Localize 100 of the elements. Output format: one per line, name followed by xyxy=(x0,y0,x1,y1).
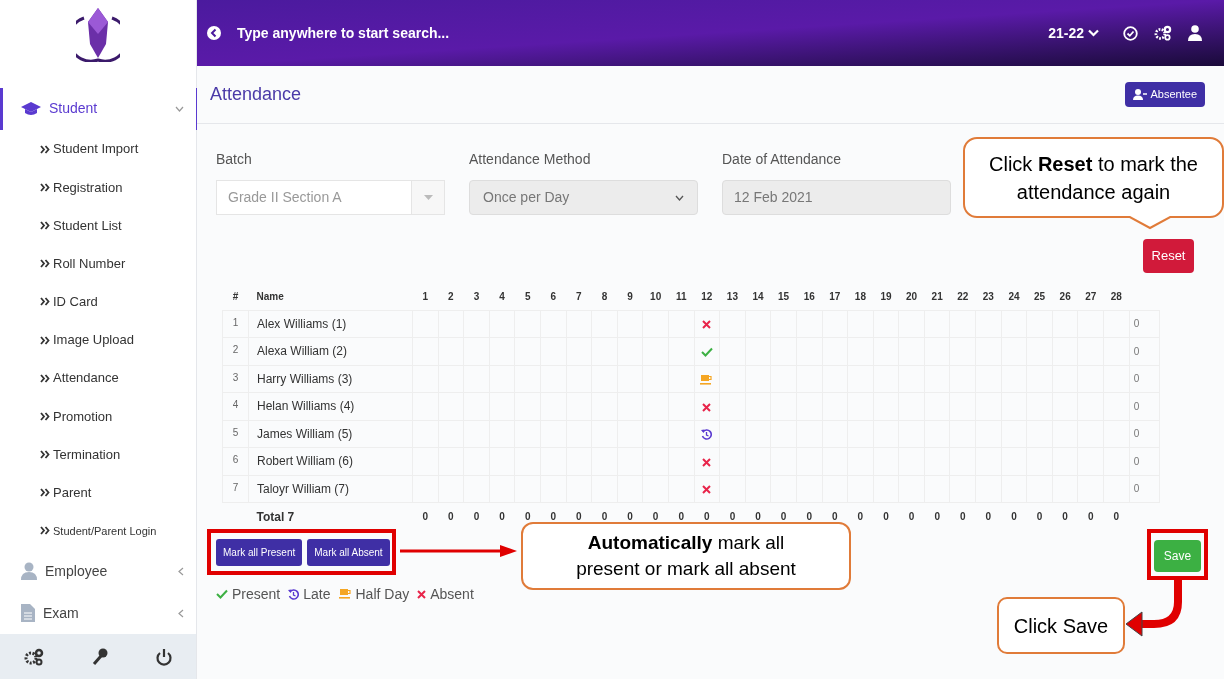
column-header: 28 xyxy=(1103,283,1130,310)
double-chevron-icon xyxy=(40,144,50,154)
submenu-item[interactable]: Parent xyxy=(0,473,196,512)
column-header: 25 xyxy=(1026,283,1053,310)
table-cell: 1 xyxy=(222,310,249,338)
column-header: 12 xyxy=(694,283,720,310)
field-label: Attendance Method xyxy=(469,150,592,169)
column-header: 20 xyxy=(898,283,925,310)
table-cell: 3 xyxy=(222,365,249,393)
column-header: 11 xyxy=(668,283,695,310)
column-header: 26 xyxy=(1052,283,1078,310)
table-cell: Harry Williams (3) xyxy=(248,365,413,393)
legend-item: Late xyxy=(288,583,331,605)
table-cell: 0 xyxy=(1077,502,1104,531)
column-header: 24 xyxy=(1001,283,1027,310)
table-cell: 0 xyxy=(463,502,490,531)
reset-button[interactable]: Reset xyxy=(1143,239,1194,273)
settings-icon[interactable] xyxy=(1154,25,1172,41)
table-cell: 0 xyxy=(1129,475,1160,503)
field-label: Batch xyxy=(216,150,253,169)
back-icon[interactable] xyxy=(207,26,221,40)
column-header: # xyxy=(222,283,249,310)
check-circle-icon[interactable] xyxy=(1123,25,1138,41)
table-cell: 0 xyxy=(412,502,439,531)
table-cell: 0 xyxy=(438,502,464,531)
power-icon[interactable] xyxy=(156,647,172,666)
double-chevron-icon xyxy=(40,182,50,192)
mark-all-button[interactable]: Mark all Present xyxy=(216,538,303,566)
legend-item: Present xyxy=(216,583,281,605)
table-cell: 0 xyxy=(1026,502,1053,531)
column-header: 16 xyxy=(796,283,822,310)
column-header: 22 xyxy=(949,283,976,310)
column-header: 2 xyxy=(438,283,464,310)
submenu-item[interactable]: Roll Number xyxy=(0,244,196,283)
table-cell: 0 xyxy=(1129,447,1160,475)
mark-all-button[interactable]: Mark all Absent xyxy=(307,538,390,566)
date-field[interactable]: 12 Feb 2021 xyxy=(722,180,951,215)
page-title: Attendance xyxy=(210,83,302,106)
column-header: 1 xyxy=(412,283,439,310)
submenu-item[interactable]: Image Upload xyxy=(0,320,196,360)
select-field[interactable]: Once per Day xyxy=(469,180,698,215)
table-cell: 0 xyxy=(898,502,925,531)
chevron-down-icon xyxy=(175,105,184,112)
submenu-item[interactable]: Student Import xyxy=(0,129,196,169)
graduation-cap-icon xyxy=(21,101,41,116)
double-chevron-icon xyxy=(40,220,50,230)
submenu-item[interactable]: Attendance xyxy=(0,359,196,398)
total-label: Total 7 xyxy=(248,502,413,531)
double-chevron-icon xyxy=(40,450,50,460)
submenu-item[interactable]: ID Card xyxy=(0,282,196,321)
table-cell: 2 xyxy=(222,337,249,365)
key-icon[interactable] xyxy=(92,647,108,666)
column-header: 7 xyxy=(566,283,592,310)
chevron-left-icon xyxy=(178,608,184,618)
double-chevron-icon xyxy=(40,526,50,536)
table-cell: 0 xyxy=(975,502,1002,531)
table-cell: 0 xyxy=(1129,420,1160,448)
double-chevron-icon xyxy=(40,297,50,307)
submenu-item[interactable]: Student/Parent Login xyxy=(0,511,196,551)
double-chevron-icon xyxy=(40,373,50,383)
column-header: 27 xyxy=(1077,283,1104,310)
chevron-left-icon xyxy=(178,566,184,576)
table-cell: 0 xyxy=(1103,502,1130,531)
caret-icon xyxy=(423,195,433,200)
table-cell: 0 xyxy=(1129,365,1160,393)
user-icon[interactable] xyxy=(1188,25,1202,41)
chevron-down-icon xyxy=(675,194,684,201)
double-chevron-icon xyxy=(40,259,50,269)
double-chevron-icon xyxy=(40,335,50,345)
double-chevron-icon xyxy=(40,411,50,421)
sidebar-item[interactable]: Exam xyxy=(0,592,196,635)
submenu-item[interactable]: Registration xyxy=(0,168,196,207)
column-header: 23 xyxy=(975,283,1002,310)
submenu-item[interactable]: Student List xyxy=(0,206,196,245)
table-cell: 6 xyxy=(222,447,249,475)
submenu-item[interactable]: Termination xyxy=(0,435,196,474)
column-header: 17 xyxy=(822,283,848,310)
column-header: 5 xyxy=(514,283,541,310)
legend-item: Half Day xyxy=(338,583,410,605)
column-header: 15 xyxy=(770,283,797,310)
table-cell: 0 xyxy=(1001,502,1027,531)
column-header: 3 xyxy=(463,283,490,310)
settings-icon[interactable] xyxy=(24,647,44,666)
column-header: 9 xyxy=(617,283,643,310)
session-dropdown[interactable]: 21-22 xyxy=(1048,22,1099,44)
table-cell: 0 xyxy=(1129,337,1160,365)
sidebar-item[interactable]: Employee xyxy=(0,550,196,593)
table-cell: 0 xyxy=(873,502,899,531)
user-minus-icon xyxy=(1132,89,1147,100)
table-cell: Helan Williams (4) xyxy=(248,392,413,420)
search-field[interactable]: Type anywhere to start search... xyxy=(237,22,1033,44)
absentee-button[interactable]: Absentee xyxy=(1124,82,1205,107)
table-cell: Taloyr William (7) xyxy=(248,475,413,503)
chevron-down-icon[interactable] xyxy=(1088,29,1099,37)
callout-tail xyxy=(1128,216,1172,230)
table-cell: 0 xyxy=(924,502,950,531)
column-header: 6 xyxy=(540,283,567,310)
table-cell: 5 xyxy=(222,420,249,448)
column-header: Name xyxy=(248,283,413,310)
submenu-item[interactable]: Promotion xyxy=(0,397,196,436)
